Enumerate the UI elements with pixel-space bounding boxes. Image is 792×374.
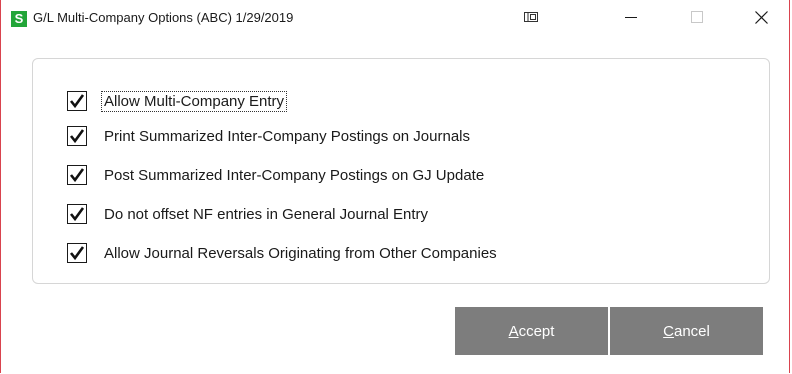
panel-toggle-button[interactable] (508, 0, 554, 34)
option-allow-journal-reversals[interactable]: Allow Journal Reversals Originating from… (67, 241, 499, 265)
option-print-summarized-postings[interactable]: Print Summarized Inter-Company Postings … (67, 124, 472, 148)
allow-journal-reversals-checkbox[interactable] (67, 243, 87, 263)
accept-label-rest: ccept (518, 322, 555, 340)
post-summarized-postings-checkbox[interactable] (67, 165, 87, 185)
accept-button[interactable]: Accept (455, 307, 608, 355)
cancel-label-rest: ancel (673, 322, 710, 340)
sage-logo-icon: S (11, 11, 27, 27)
checkmark-icon (69, 94, 85, 109)
maximize-icon (691, 11, 703, 23)
cancel-button[interactable]: Cancel (610, 307, 763, 355)
cancel-mnemonic: C (663, 322, 674, 340)
option-label: Allow Journal Reversals Originating from… (104, 244, 497, 262)
option-label: Print Summarized Inter-Company Postings … (104, 127, 470, 145)
accept-mnemonic: A (508, 322, 519, 340)
panel-icon (524, 12, 538, 22)
checkmark-icon (69, 129, 85, 144)
dialog-window: S G/L Multi-Company Options (ABC) 1/29/2… (0, 0, 790, 373)
checkmark-icon (69, 207, 85, 222)
print-summarized-postings-checkbox[interactable] (67, 126, 87, 146)
window-title: G/L Multi-Company Options (ABC) 1/29/201… (33, 10, 294, 25)
options-panel: Allow Multi-Company Entry Print Summariz… (32, 58, 770, 284)
option-label: Allow Multi-Company Entry (100, 90, 288, 112)
option-label: Do not offset NF entries in General Jour… (104, 205, 429, 223)
option-allow-multi-company-entry[interactable]: Allow Multi-Company Entry (67, 89, 288, 113)
minimize-button[interactable] (608, 0, 654, 34)
checkmark-icon (69, 168, 85, 183)
allow-multi-company-entry-checkbox[interactable] (67, 91, 87, 111)
checkmark-icon (69, 246, 85, 261)
option-label: Post Summarized Inter-Company Postings o… (104, 166, 485, 184)
option-post-summarized-postings[interactable]: Post Summarized Inter-Company Postings o… (67, 163, 486, 187)
close-icon (754, 10, 768, 24)
minimize-icon (625, 17, 637, 18)
do-not-offset-nf-checkbox[interactable] (67, 204, 87, 224)
option-do-not-offset-nf[interactable]: Do not offset NF entries in General Jour… (67, 202, 430, 226)
maximize-button[interactable] (674, 0, 720, 34)
title-bar[interactable]: S G/L Multi-Company Options (ABC) 1/29/2… (1, 0, 789, 34)
close-button[interactable] (738, 0, 784, 34)
